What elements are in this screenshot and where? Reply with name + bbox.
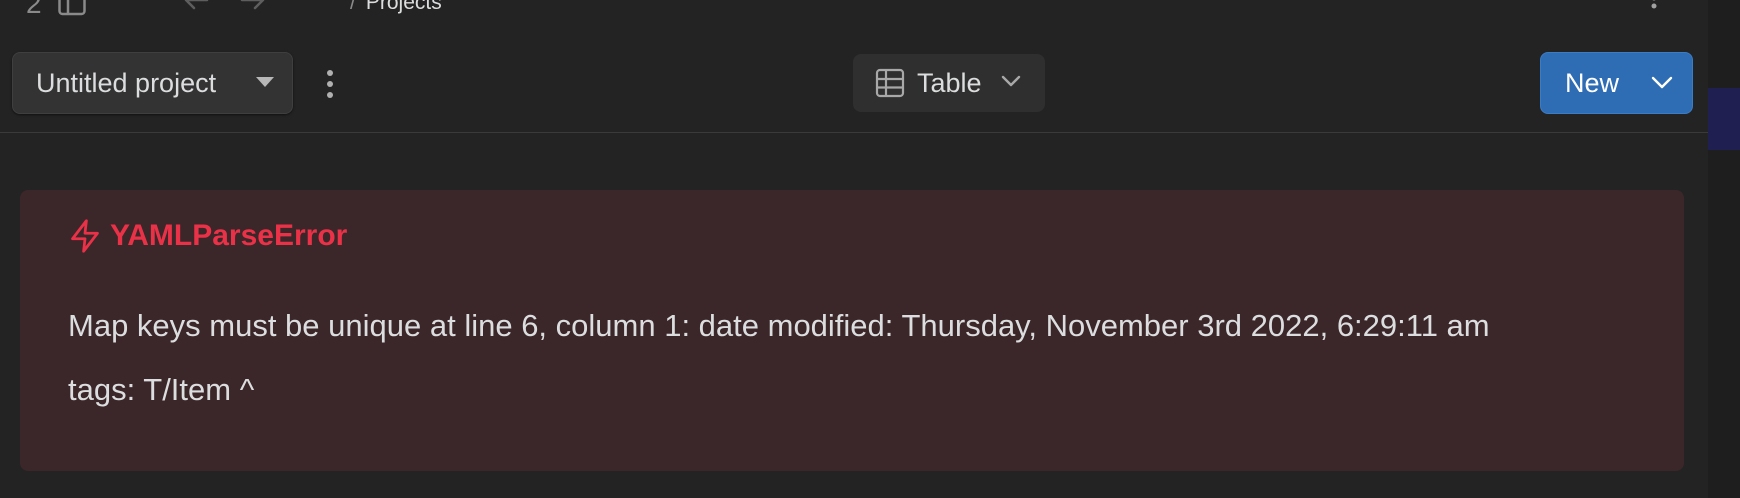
more-vertical-icon[interactable] bbox=[1650, 0, 1658, 16]
view-label: Table bbox=[917, 67, 982, 98]
new-button[interactable]: New bbox=[1540, 52, 1693, 114]
right-sidebar-edge bbox=[1708, 0, 1740, 498]
error-message-line: tags: T/Item ^ bbox=[68, 372, 255, 407]
project-toolbar: Untitled project Table New bbox=[0, 46, 1708, 133]
chevron-down-icon bbox=[1001, 75, 1021, 87]
lightning-icon bbox=[71, 219, 99, 253]
view-selector-button[interactable]: Table bbox=[853, 54, 1045, 112]
error-message: Map keys must be unique at line 6, colum… bbox=[68, 294, 1668, 422]
error-callout: YAMLParseError Map keys must be unique a… bbox=[20, 190, 1684, 471]
error-title: YAMLParseError bbox=[68, 218, 347, 254]
error-title-text: YAMLParseError bbox=[110, 219, 348, 252]
window-count: 2 bbox=[26, 0, 42, 19]
caret-down-icon bbox=[256, 77, 274, 87]
breadcrumb-projects[interactable]: Projects bbox=[366, 0, 442, 14]
sidebar-toggle-icon[interactable] bbox=[58, 0, 86, 16]
chevron-down-icon bbox=[1651, 76, 1673, 89]
error-message-line: Map keys must be unique at line 6, colum… bbox=[68, 308, 1490, 343]
breadcrumb-separator: / bbox=[350, 0, 356, 14]
arrow-right-icon[interactable] bbox=[240, 0, 266, 14]
arrow-left-icon[interactable] bbox=[183, 0, 209, 14]
project-name: Untitled project bbox=[36, 67, 217, 98]
right-sidebar-accent bbox=[1708, 88, 1740, 150]
top-navigation-bar: 2 / Projects bbox=[0, 0, 1708, 19]
new-button-label: New bbox=[1565, 67, 1620, 98]
more-vertical-icon[interactable] bbox=[318, 68, 342, 100]
breadcrumb[interactable]: / Projects bbox=[350, 0, 442, 15]
project-selector-button[interactable]: Untitled project bbox=[12, 52, 293, 114]
table-icon bbox=[875, 68, 905, 98]
